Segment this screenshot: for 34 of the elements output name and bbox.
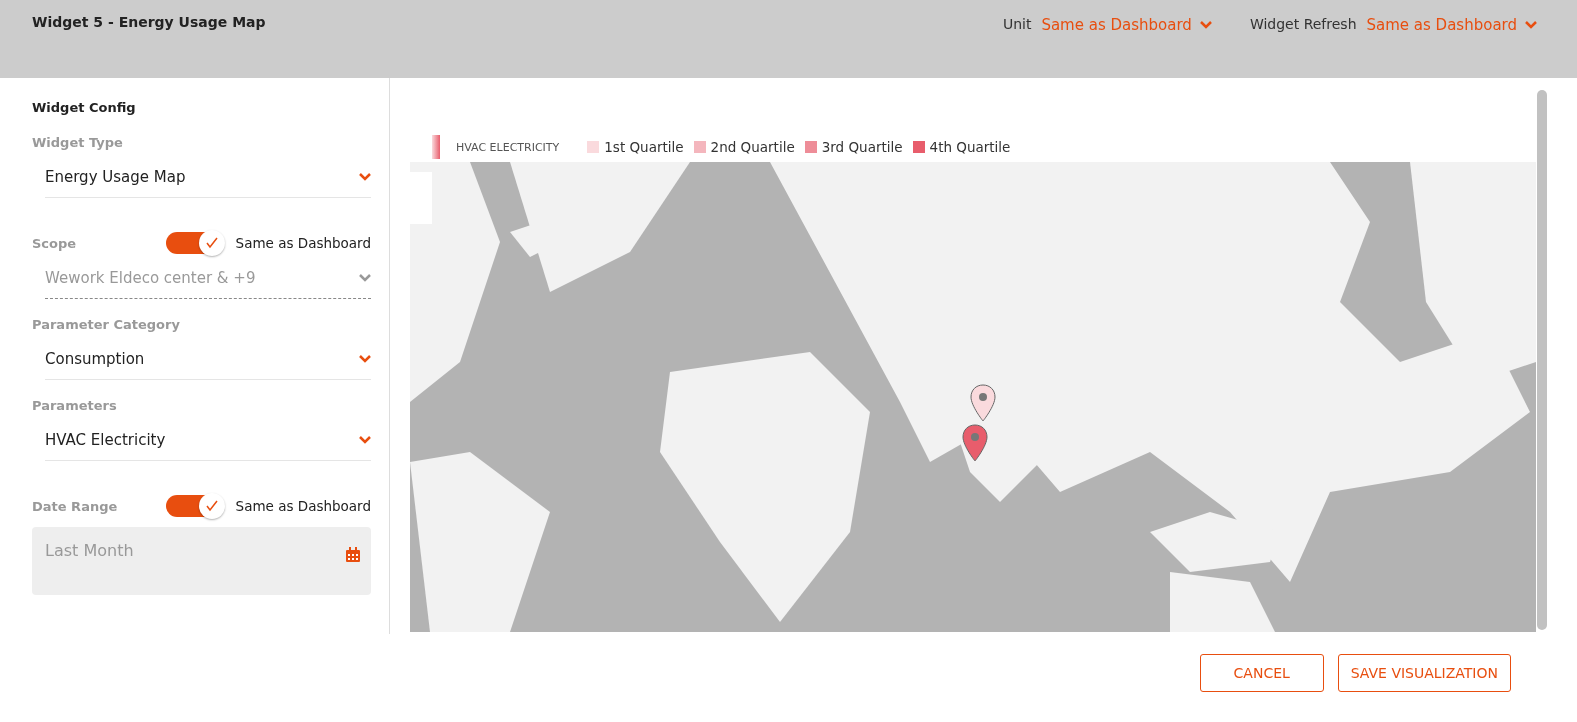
- legend-item[interactable]: 2nd Quartile: [693, 139, 795, 155]
- chevron-down-icon: [359, 274, 371, 282]
- map-pin-icon[interactable]: [962, 424, 988, 462]
- legend-item[interactable]: 1st Quartile: [587, 139, 684, 155]
- select-field[interactable]: Energy Usage Map: [45, 157, 371, 198]
- field-label: Date Range: [32, 498, 118, 514]
- selector-label: Widget Refresh: [1249, 16, 1357, 34]
- series-label: HVAC ELECTRICITY: [456, 140, 560, 154]
- scrollbar[interactable]: [1537, 90, 1547, 630]
- dialog-title: Widget 5 - Energy Usage Map: [32, 14, 267, 30]
- section-title: Widget Config: [32, 100, 137, 115]
- calendar-icon: [345, 547, 361, 563]
- chevron-down-icon: [359, 173, 371, 181]
- field-label: Widget Type: [32, 134, 123, 150]
- select-field[interactable]: Consumption: [45, 339, 371, 380]
- field-label: Parameter Category: [32, 316, 180, 332]
- cancel-button[interactable]: CANCEL: [1199, 654, 1324, 692]
- field-label: Scope: [32, 235, 77, 251]
- check-icon: [205, 500, 218, 512]
- selector-label: Unit: [1002, 16, 1032, 34]
- chevron-down-icon: [1199, 21, 1212, 29]
- map-pin-icon[interactable]: [970, 384, 996, 422]
- chevron-down-icon: [1525, 21, 1537, 29]
- gradient-bar-icon: [432, 135, 440, 159]
- select-field[interactable]: HVAC Electricity: [45, 420, 371, 461]
- toggle-label: Same as Dashboard: [235, 498, 371, 514]
- legend-item[interactable]: 3rd Quartile: [804, 139, 903, 155]
- check-icon: [205, 237, 218, 249]
- toggle-label: Same as Dashboard: [235, 235, 371, 251]
- legend-item[interactable]: 4th Quartile: [912, 139, 1011, 155]
- field-label: Parameters: [32, 397, 117, 413]
- save-button[interactable]: SAVE VISUALIZATION: [1337, 654, 1511, 692]
- chevron-down-icon: [359, 436, 371, 444]
- chevron-down-icon: [359, 355, 371, 363]
